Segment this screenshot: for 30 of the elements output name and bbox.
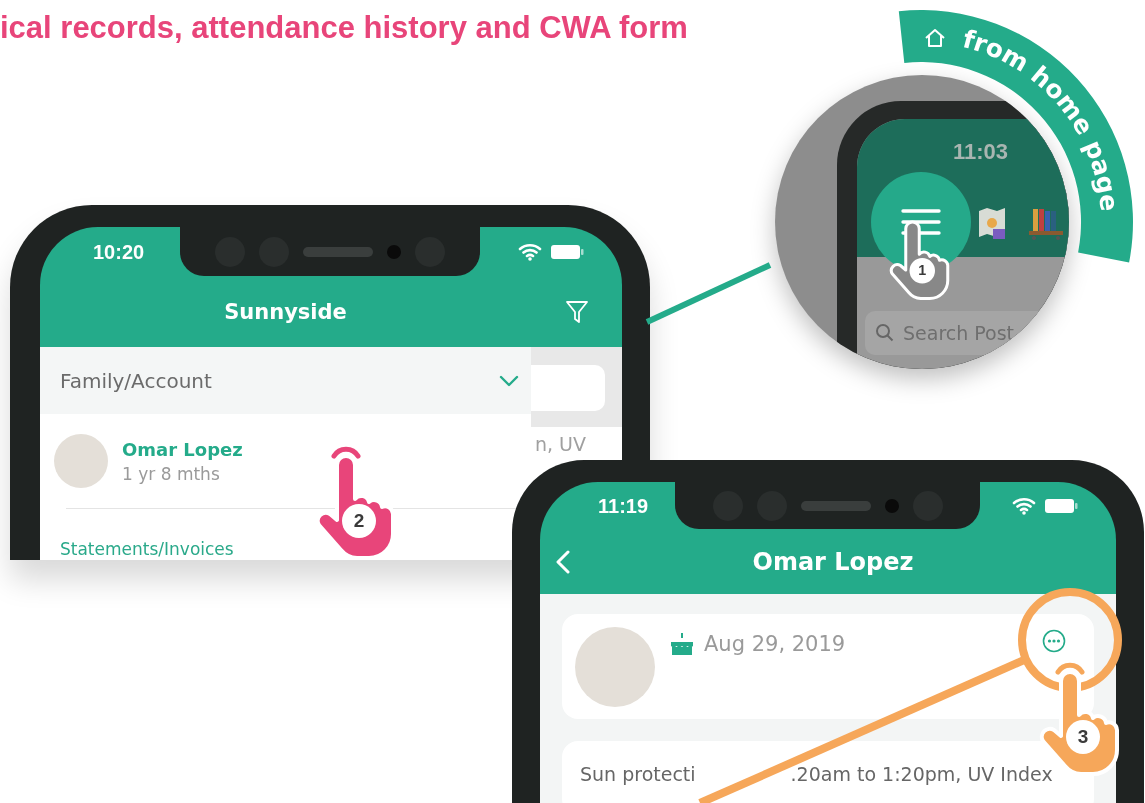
birthday-date: Aug 29, 2019 — [704, 632, 846, 656]
menu-icon — [901, 208, 941, 236]
section-label: Family/Account — [60, 368, 212, 393]
screen-title: Sunnyside — [223, 300, 348, 324]
status-time: 11:19 — [598, 494, 649, 518]
photo-placeholder — [54, 434, 108, 488]
wifi-icon — [518, 243, 542, 261]
more-icon[interactable] — [1042, 629, 1066, 653]
menu-item[interactable]: Statements/Invoices — [40, 509, 234, 559]
battery-icon — [550, 244, 584, 260]
status-time: 11:03 — [953, 139, 1009, 165]
cake-icon — [669, 632, 695, 656]
search-icon — [875, 323, 895, 343]
home-icon — [925, 29, 945, 47]
child-list-item[interactable]: Omar Lopez 1 yr 8 mths — [40, 414, 249, 508]
child-name: Omar Lopez — [122, 438, 243, 460]
filter-icon[interactable] — [565, 299, 589, 325]
background-text: n, UV — [535, 432, 588, 455]
battery-icon — [1044, 498, 1078, 514]
note-text: .20am to 1:20pm, UV Index — [790, 763, 1053, 785]
back-icon[interactable] — [556, 550, 570, 574]
child-age: 1 yr 8 mths — [122, 463, 221, 484]
screen-title: Omar Lopez — [751, 548, 915, 576]
wifi-icon — [1012, 497, 1036, 515]
note-text: Sun protecti — [580, 763, 696, 785]
map-icon — [977, 207, 1007, 241]
bookshelf-icon — [1029, 207, 1065, 241]
status-time: 10:20 — [93, 240, 145, 264]
heading: ical records, attendance history and CWA form — [0, 10, 688, 46]
section-header[interactable]: Family/Account — [40, 347, 531, 414]
